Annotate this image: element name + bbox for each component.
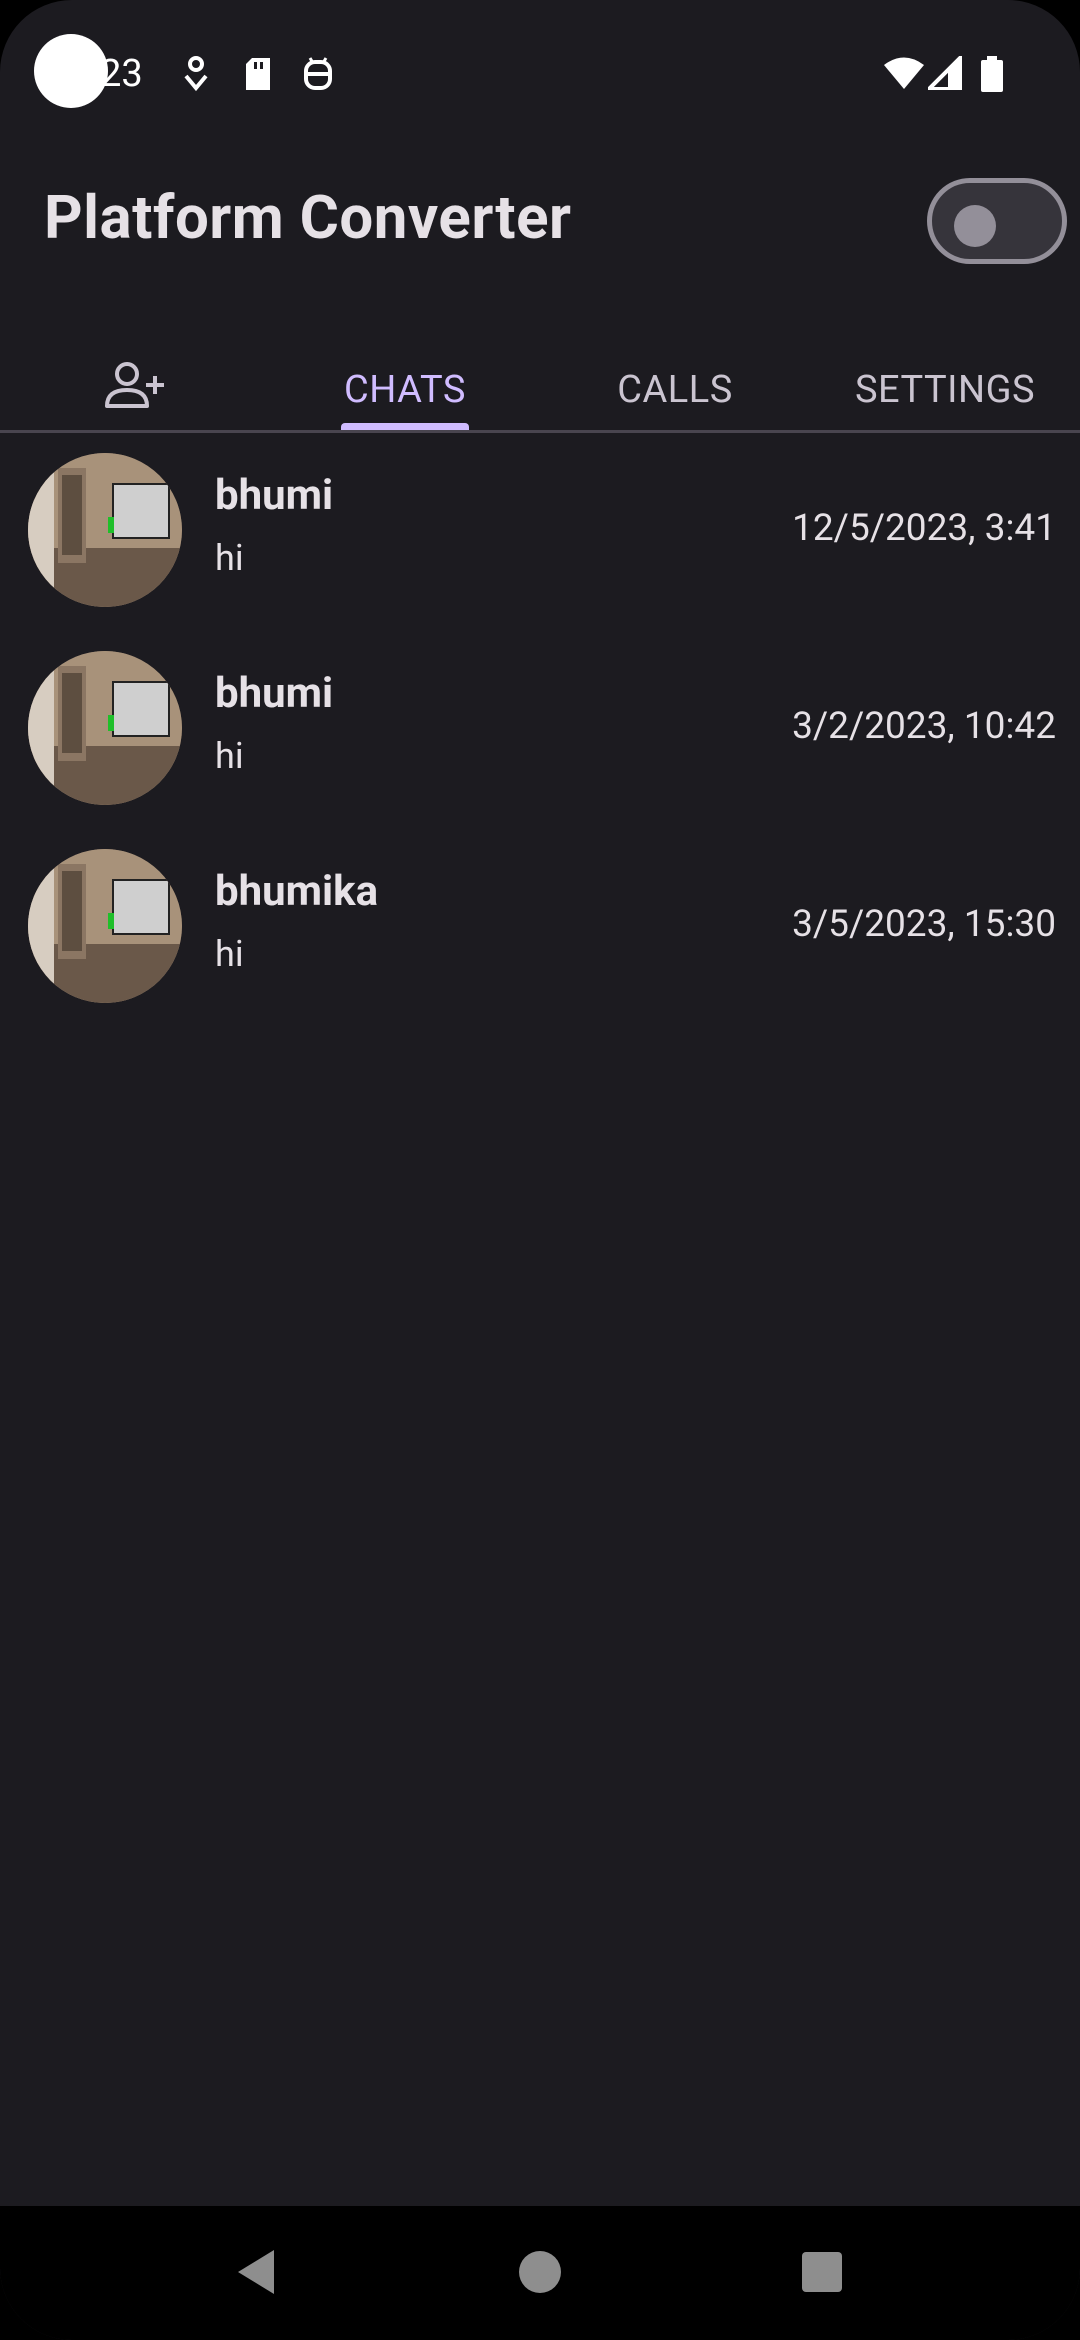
tab-divider bbox=[0, 430, 1080, 433]
avatar bbox=[28, 651, 182, 805]
battery-icon bbox=[980, 56, 1004, 96]
back-icon[interactable] bbox=[236, 2248, 276, 2300]
chat-timestamp: 12/5/2023, 3:41 bbox=[792, 507, 1056, 550]
avatar bbox=[28, 453, 182, 607]
sd-card-icon bbox=[244, 56, 272, 96]
app-screen: 23 Platform Converter CHATS CALLS SETTIN… bbox=[0, 0, 1080, 2340]
chat-last-message: hi bbox=[215, 933, 244, 975]
navigation-icon bbox=[182, 56, 210, 96]
app-title: Platform Converter bbox=[44, 182, 572, 253]
chat-list-item[interactable]: bhumi hi 12/5/2023, 3:41 bbox=[0, 453, 1080, 649]
chat-name: bhumika bbox=[215, 867, 379, 916]
wifi-icon bbox=[884, 56, 924, 94]
chat-last-message: hi bbox=[215, 537, 244, 579]
system-nav-bar bbox=[0, 2206, 1080, 2340]
toggle-knob bbox=[954, 205, 996, 247]
camera-cutout bbox=[34, 34, 108, 108]
add-contact-icon bbox=[103, 360, 167, 420]
tab-settings[interactable]: SETTINGS bbox=[840, 350, 1050, 430]
android-debug-icon bbox=[302, 56, 334, 96]
chat-list-item[interactable]: bhumika hi 3/5/2023, 15:30 bbox=[0, 849, 1080, 1045]
chat-last-message: hi bbox=[215, 735, 244, 777]
tab-add-contact[interactable] bbox=[80, 350, 190, 430]
tab-chats[interactable]: CHATS bbox=[310, 350, 500, 430]
recents-icon[interactable] bbox=[800, 2248, 844, 2300]
cell-signal-icon bbox=[924, 52, 963, 94]
theme-toggle[interactable] bbox=[927, 178, 1067, 264]
avatar bbox=[28, 849, 182, 1003]
chat-list-item[interactable]: bhumi hi 3/2/2023, 10:42 bbox=[0, 651, 1080, 847]
tab-bar: CHATS CALLS SETTINGS bbox=[0, 350, 1080, 434]
chat-timestamp: 3/5/2023, 15:30 bbox=[792, 903, 1056, 946]
home-icon[interactable] bbox=[518, 2248, 562, 2300]
chat-name: bhumi bbox=[215, 669, 334, 718]
tab-calls[interactable]: CALLS bbox=[590, 350, 760, 430]
status-bar: 23 bbox=[0, 0, 1080, 150]
chat-name: bhumi bbox=[215, 471, 334, 520]
chat-timestamp: 3/2/2023, 10:42 bbox=[792, 705, 1056, 748]
